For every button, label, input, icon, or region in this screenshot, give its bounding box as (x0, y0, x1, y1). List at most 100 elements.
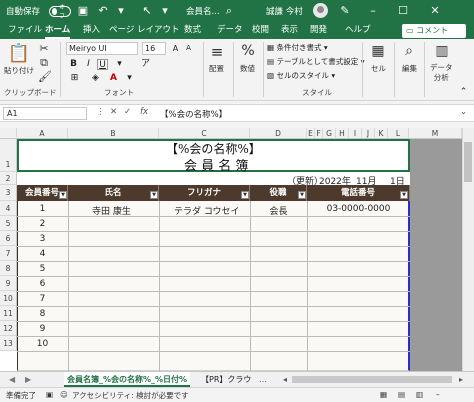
column-header[interactable]: M (409, 128, 462, 139)
avatar[interactable] (313, 3, 328, 18)
cancel-icon[interactable]: ✕ (110, 107, 117, 117)
vertical-scroll-thumb[interactable] (464, 142, 472, 182)
minimize-icon[interactable]: – (366, 4, 380, 18)
formula-input[interactable]: 【%会の名称%】 (160, 108, 227, 120)
horizontal-scroll-thumb[interactable] (292, 376, 452, 383)
row-header[interactable]: 13 (0, 336, 17, 351)
copy-icon[interactable]: ⧉ (38, 56, 50, 70)
undo-icon[interactable]: ↶ (96, 4, 110, 18)
select-all-corner[interactable] (0, 128, 17, 139)
filter-dropdown-icon[interactable]: ▼ (241, 191, 249, 199)
column-header[interactable]: J (362, 128, 375, 139)
tab-insert[interactable]: 挿入 (83, 22, 100, 39)
tab-help[interactable]: ヘルプ (345, 22, 371, 39)
member-no-cell[interactable]: 4 (17, 249, 68, 259)
row-header[interactable]: 5 (0, 216, 17, 231)
accessibility-status[interactable]: アクセシビリティ: 検討が必要です (72, 390, 189, 401)
member-no-cell[interactable]: 1 (17, 204, 68, 214)
bold-button[interactable]: B (68, 59, 79, 70)
tab-view[interactable]: 表示 (281, 22, 298, 39)
maximize-icon[interactable]: ☐ (396, 4, 410, 18)
conditional-format-button[interactable]: ▦ 条件付き書式 ▾ (267, 42, 328, 53)
row-header[interactable]: 11 (0, 306, 17, 321)
next-sheet-icon[interactable]: ▶ (22, 372, 34, 387)
number-label[interactable]: 数値 (240, 63, 255, 74)
column-header[interactable]: C (159, 128, 250, 139)
filter-dropdown-icon[interactable]: ▼ (59, 191, 67, 199)
member-no-cell[interactable]: 2 (17, 219, 68, 229)
cell-style-button[interactable]: ▧ セルのスタイル ▾ (267, 70, 335, 81)
fill-color-icon[interactable]: ◈ (90, 73, 101, 84)
collapse-ribbon-icon[interactable]: ⌃ (458, 87, 469, 98)
filter-dropdown-icon[interactable]: ▼ (150, 191, 158, 199)
alignment-label[interactable]: 配置 (209, 63, 224, 74)
member-kana-cell[interactable]: テラダ コウセイ (174, 204, 240, 217)
row-header[interactable]: 12 (0, 321, 17, 336)
macro-record-icon[interactable]: ▣ (46, 390, 53, 399)
page-break-view-icon[interactable]: ▥ (416, 390, 423, 399)
tab-developer[interactable]: 開発 (310, 22, 327, 39)
font-size-select[interactable]: 16 (142, 42, 166, 55)
tab-review[interactable]: 校閲 (252, 22, 269, 39)
row-header[interactable]: 4 (0, 201, 17, 216)
customize-qat-icon[interactable]: ▾ (158, 4, 172, 18)
filter-dropdown-icon[interactable]: ▼ (298, 191, 306, 199)
sheet-tab-active[interactable]: 会員名簿_%会の名称%_%日付% (64, 372, 191, 387)
underline-button[interactable]: U (97, 59, 108, 70)
column-header[interactable]: F (315, 128, 323, 139)
column-header[interactable]: K (375, 128, 388, 139)
sheet-tab[interactable]: 【PR】クラウ (198, 372, 254, 387)
row-header[interactable]: 10 (0, 291, 17, 306)
row-header[interactable]: 7 (0, 246, 17, 261)
column-header[interactable]: I (349, 128, 362, 139)
row-header[interactable]: 9 (0, 276, 17, 291)
data-analysis-label[interactable]: データ 分析 (430, 63, 453, 83)
file-name[interactable]: 会員名... (186, 0, 220, 22)
more-sheets-icon[interactable]: … (256, 372, 270, 387)
cells-label[interactable]: セル (371, 63, 386, 74)
column-header[interactable]: D (250, 128, 307, 139)
close-icon[interactable]: ✕ (428, 4, 442, 18)
cut-icon[interactable]: ✂ (38, 42, 50, 55)
cursor-icon[interactable]: ↖ (140, 4, 154, 18)
tab-file[interactable]: ファイル (8, 22, 42, 39)
row-header[interactable]: 2 (0, 172, 17, 185)
user-name[interactable]: 誠謙 今村 (266, 0, 303, 22)
page-layout-view-icon[interactable]: ▤ (398, 390, 405, 399)
italic-button[interactable]: I (83, 59, 94, 70)
member-no-cell[interactable]: 6 (17, 279, 68, 289)
shrink-font-icon[interactable]: A (183, 43, 194, 54)
column-header[interactable]: L (388, 128, 409, 139)
format-painter-icon[interactable]: 🖌 (38, 70, 52, 83)
filter-dropdown-icon[interactable]: ▼ (400, 191, 408, 199)
search-icon[interactable]: ⌕ (222, 4, 236, 18)
row-header[interactable]: 6 (0, 231, 17, 246)
member-no-cell[interactable]: 5 (17, 264, 68, 274)
chevron-down-icon[interactable]: ▾ (114, 4, 128, 18)
border-icon[interactable]: ⊞ (69, 73, 80, 84)
prev-sheet-icon[interactable]: ◀ (6, 372, 18, 387)
name-box[interactable]: A1 (3, 107, 87, 120)
percent-icon[interactable]: % (237, 43, 259, 59)
pen-icon[interactable]: ✎ (338, 4, 352, 18)
member-no-cell[interactable]: 10 (17, 339, 68, 349)
table-format-button[interactable]: ▤ テーブルとして書式設定 ▾ (267, 56, 364, 67)
align-icon[interactable]: ≡ (206, 43, 228, 61)
tab-data[interactable]: データ (217, 22, 243, 39)
member-no-cell[interactable]: 8 (17, 309, 68, 319)
header-furigana[interactable]: フリガナ (159, 185, 250, 201)
paste-label[interactable]: 貼り付け (4, 65, 34, 76)
row-header[interactable]: 1 (0, 139, 17, 172)
member-no-cell[interactable]: 3 (17, 234, 68, 244)
cells-icon[interactable]: ▦ (367, 43, 389, 59)
header-name[interactable]: 氏名 (68, 185, 159, 201)
member-no-cell[interactable]: 9 (17, 324, 68, 334)
column-header[interactable]: B (68, 128, 159, 139)
editing-label[interactable]: 編集 (402, 63, 417, 74)
horizontal-scroll-right-icon[interactable]: ▸ (456, 372, 466, 387)
worksheet-grid[interactable]: A B C D E F G H I J K L M 1 2 3 4 5 6 7 … (0, 128, 474, 371)
font-color-icon[interactable]: A (108, 73, 119, 84)
editing-icon[interactable]: ⌕ (398, 43, 420, 59)
paste-icon[interactable]: 📋 (6, 43, 32, 65)
autosave-toggle[interactable]: オフ (46, 0, 71, 22)
